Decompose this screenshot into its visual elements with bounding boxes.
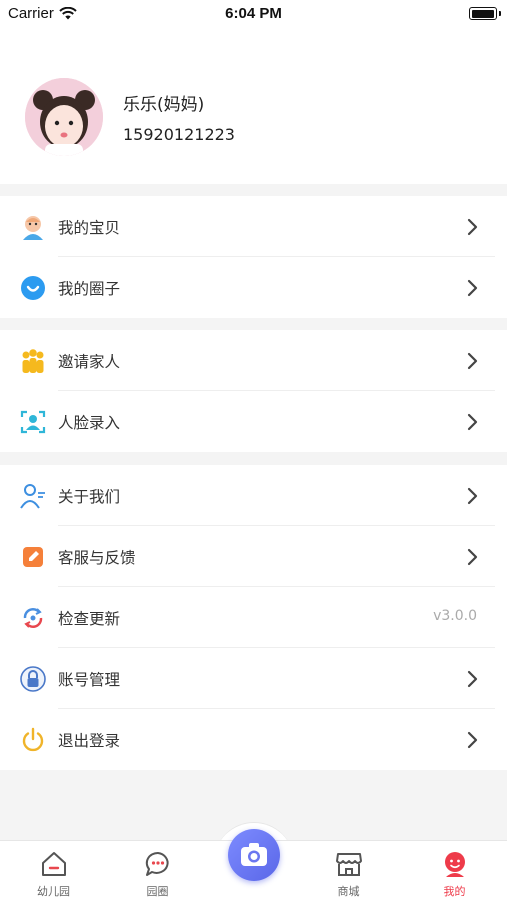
- about-icon: [20, 484, 45, 509]
- chevron-right-icon: [467, 218, 478, 236]
- menu-item-service-feedback[interactable]: 客服与反馈: [0, 526, 507, 587]
- chevron-right-icon: [467, 352, 478, 370]
- profile-icon: [444, 852, 465, 877]
- menu-section-settings: 关于我们 客服与反馈 检查更新 v3.0.0 账号管理 退出登录: [0, 465, 507, 770]
- menu-item-label: 退出登录: [58, 732, 121, 750]
- lock-icon: [20, 666, 46, 692]
- profile-name: 乐乐(妈妈): [123, 95, 205, 115]
- menu-item-about-us[interactable]: 关于我们: [0, 465, 507, 526]
- menu-item-face-enroll[interactable]: 人脸录入: [0, 391, 507, 452]
- chevron-right-icon: [467, 731, 478, 749]
- menu-item-logout[interactable]: 退出登录: [0, 709, 507, 770]
- chevron-right-icon: [467, 279, 478, 297]
- power-icon: [22, 727, 44, 752]
- camera-button[interactable]: [228, 829, 280, 881]
- family-icon: [22, 349, 44, 373]
- tab-circle[interactable]: 园圈: [107, 841, 208, 900]
- menu-item-account-management[interactable]: 账号管理: [0, 648, 507, 709]
- menu-item-label: 我的圈子: [58, 280, 121, 298]
- avatar[interactable]: [25, 78, 103, 156]
- tab-store[interactable]: 商城: [298, 841, 399, 900]
- menu-section-personal: 我的宝贝 我的圈子: [0, 196, 507, 318]
- menu-item-label: 客服与反馈: [58, 549, 136, 567]
- kindergarten-icon: [41, 852, 66, 876]
- chevron-right-icon: [467, 487, 478, 505]
- profile-phone: 15920121223: [123, 125, 235, 144]
- menu-item-label: 人脸录入: [58, 414, 121, 432]
- menu-item-label: 我的宝贝: [58, 219, 121, 237]
- menu-item-label: 检查更新: [58, 610, 121, 628]
- menu-item-my-baby[interactable]: 我的宝贝: [0, 196, 507, 257]
- face-scan-icon: [20, 410, 46, 434]
- circle-chat-icon: [21, 276, 45, 300]
- camera-icon: [241, 843, 267, 866]
- menu-section-family: 邀请家人 人脸录入: [0, 330, 507, 452]
- clock: 6:04 PM: [225, 5, 282, 22]
- chat-bubble-icon: [145, 851, 169, 876]
- chevron-right-icon: [467, 413, 478, 431]
- menu-item-invite-family[interactable]: 邀请家人: [0, 330, 507, 391]
- store-icon: [335, 853, 362, 876]
- update-icon: [23, 608, 43, 628]
- status-bar: Carrier 6:04 PM: [0, 0, 507, 28]
- tab-label: 园圈: [146, 885, 169, 898]
- tab-label: 我的: [443, 885, 466, 898]
- battery-icon: [469, 7, 501, 20]
- tab-kindergarten[interactable]: 幼儿园: [3, 841, 104, 900]
- menu-item-label: 关于我们: [58, 488, 121, 506]
- tab-mine[interactable]: 我的: [404, 841, 505, 900]
- version-value: v3.0.0: [433, 608, 477, 624]
- menu-item-label: 账号管理: [58, 671, 121, 689]
- menu-item-check-update[interactable]: 检查更新 v3.0.0: [0, 587, 507, 648]
- tab-label: 幼儿园: [37, 885, 70, 898]
- menu-item-label: 邀请家人: [58, 353, 121, 371]
- profile-header[interactable]: 乐乐(妈妈) 15920121223: [0, 28, 507, 184]
- menu-item-my-circle[interactable]: 我的圈子: [0, 257, 507, 318]
- chevron-right-icon: [467, 548, 478, 566]
- tab-label: 商城: [337, 885, 360, 898]
- feedback-icon: [23, 547, 43, 567]
- chevron-right-icon: [467, 670, 478, 688]
- avatar-image: [25, 78, 103, 156]
- baby-icon: [23, 216, 43, 240]
